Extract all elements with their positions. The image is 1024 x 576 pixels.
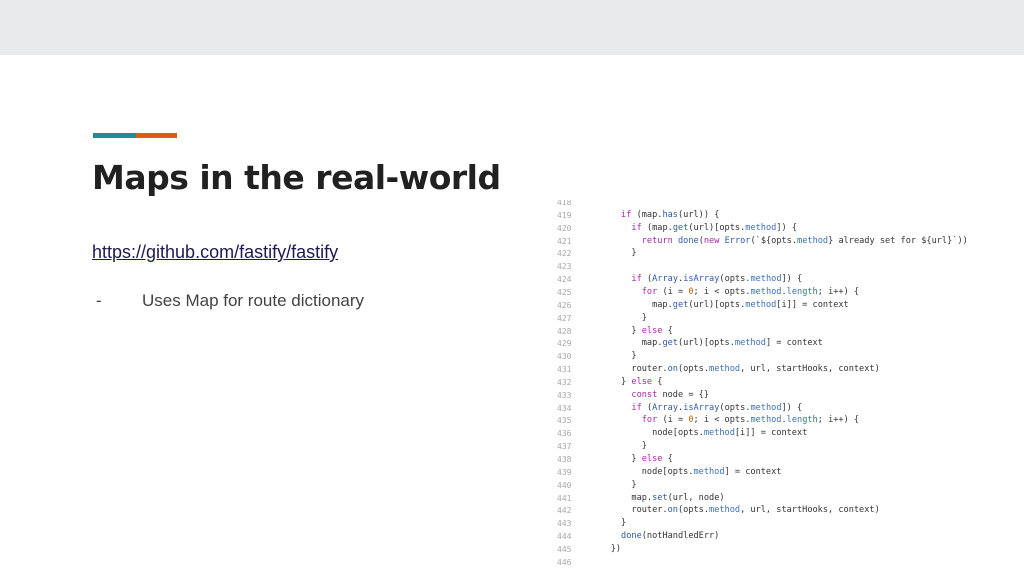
code-text: node[opts.method[i]] = context	[590, 428, 808, 439]
line-number: 422	[557, 249, 572, 259]
accent-bar-teal	[93, 133, 136, 138]
code-text: if (Array.isArray(opts.method]) {	[631, 402, 803, 413]
code-text: if (map.get(url)[opts.method]) {	[631, 222, 798, 233]
code-text: } else {	[590, 325, 673, 336]
code-text: map.get(url)[opts.method[i]] = context	[590, 299, 849, 310]
code-text: }	[590, 479, 637, 490]
line-number: 419	[557, 210, 572, 220]
code-text: }	[590, 518, 627, 529]
code-text: map.set(url, node)	[590, 492, 725, 503]
code-text: }	[590, 312, 647, 323]
code-text: if (map.has(url)) {	[621, 209, 720, 220]
github-link[interactable]: https://github.com/fastify/fastify	[92, 242, 338, 263]
code-text: done(notHandledErr)	[621, 531, 720, 542]
code-text: router.on(opts.method, url, startHooks, …	[590, 505, 880, 516]
code-text: }	[590, 441, 647, 452]
line-number: 423	[557, 262, 572, 272]
line-number: 440	[557, 480, 572, 490]
line-number: 443	[557, 519, 572, 529]
line-number: 425	[557, 287, 572, 297]
line-number: 433	[557, 390, 572, 400]
line-number: 428	[557, 326, 572, 336]
line-number: 439	[557, 467, 572, 477]
top-bar	[0, 0, 1024, 55]
line-number: 435	[557, 416, 572, 426]
code-text: if (Array.isArray(opts.method]) {	[631, 274, 803, 285]
line-number: 437	[557, 442, 572, 452]
line-number: 434	[557, 403, 572, 413]
line-number: 431	[557, 365, 572, 375]
code-screenshot: 418 419 if (map.has(url)) { 420 if (map.ge…	[530, 200, 1024, 576]
line-number: 424	[557, 275, 572, 285]
code-text: for (i = 0; i < opts.method.length; i++)…	[641, 286, 860, 297]
bullet-text: Uses Map for route dictionary	[142, 291, 365, 310]
bullet-dash: -	[96, 291, 102, 310]
line-number: 432	[557, 377, 572, 387]
line-number: 442	[557, 506, 572, 516]
line-number: 446	[557, 557, 572, 567]
line-number: 445	[557, 544, 572, 554]
line-number: 420	[557, 223, 572, 233]
slide-title: Maps in the real-world	[92, 158, 501, 197]
line-number: 441	[557, 493, 572, 503]
line-number: 436	[557, 429, 572, 439]
code-text: router.on(opts.method, url, startHooks, …	[590, 364, 880, 375]
line-number: 418	[557, 200, 572, 207]
accent-bar-orange	[136, 133, 177, 138]
code-text: })	[590, 543, 622, 554]
line-number: 430	[557, 352, 572, 362]
code-text: } else {	[590, 454, 673, 464]
line-number: 426	[557, 300, 572, 310]
code-text: map.get(url)[opts.method] = context	[590, 338, 823, 349]
line-number: 438	[557, 455, 572, 464]
code-text: return done(new Error(`${opts.method} al…	[641, 235, 968, 246]
code-text: node[opts.method] = context	[590, 466, 782, 477]
line-number: 429	[557, 339, 572, 349]
line-number: 444	[557, 532, 572, 542]
code-text: const node = {}	[631, 389, 710, 400]
code-text: for (i = 0; i < opts.method.length; i++)…	[641, 415, 860, 426]
line-number: 421	[557, 236, 572, 246]
line-number: 427	[557, 313, 572, 323]
bullet-item: - Uses Map for route dictionary	[96, 291, 364, 311]
code-text: } else {	[590, 376, 663, 387]
code-text: }	[590, 248, 637, 259]
code-text: }	[590, 351, 637, 362]
